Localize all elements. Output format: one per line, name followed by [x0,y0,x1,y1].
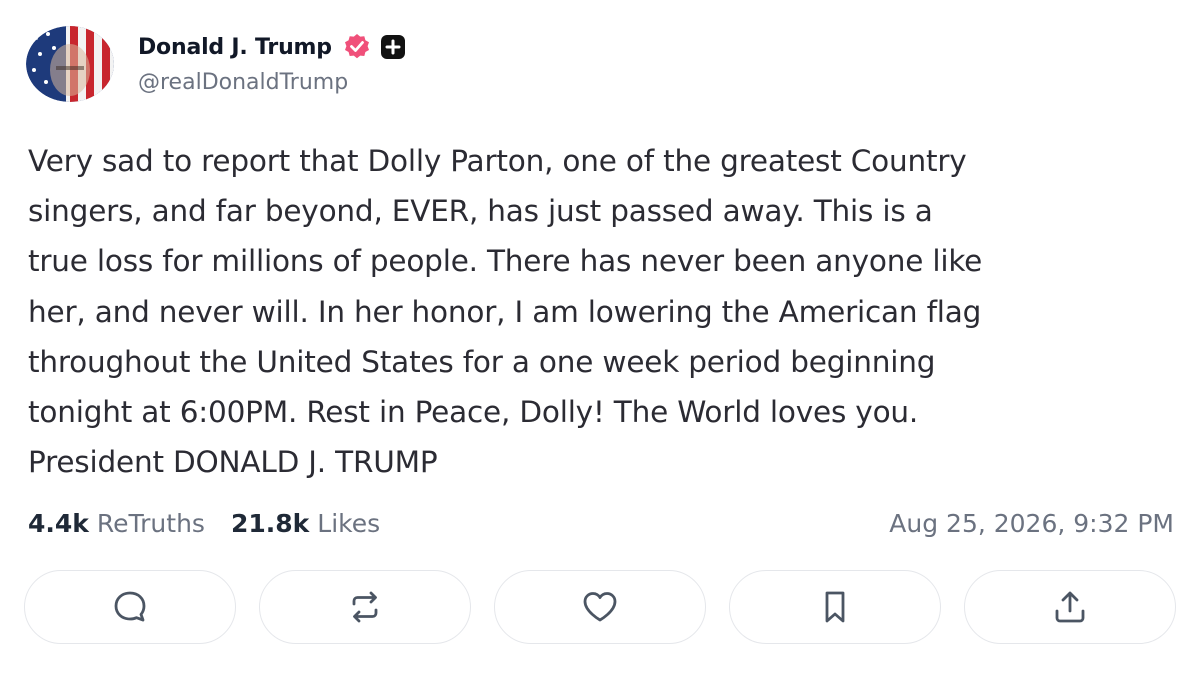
likes-count: 21.8k [230,508,310,538]
user-handle[interactable]: @realDonaldTrump [138,70,406,95]
author-identity: Donald J. Trump @realDonaldTrump [138,30,406,95]
retruth-icon [345,587,385,627]
retruths-count: 4.4k [28,508,89,538]
retruth-button[interactable] [259,570,471,644]
post-stats: 4.4k ReTruths 21.8k Likes Aug 25, 2026, … [28,503,1174,543]
bookmark-button[interactable] [729,570,941,644]
name-row: Donald J. Trump [138,30,406,64]
share-icon [1050,587,1090,627]
like-button[interactable] [494,570,706,644]
retruths-label: ReTruths [96,508,205,538]
reply-button[interactable] [24,570,236,644]
retruths-stat[interactable]: 4.4k ReTruths [28,509,205,538]
verified-badge-icon [342,32,372,62]
post-body-text: Very sad to report that Dolly Parton, on… [28,144,983,480]
share-button[interactable] [964,570,1176,644]
reply-icon [110,587,150,627]
likes-stat[interactable]: 21.8k Likes [231,509,380,538]
bookmark-icon [815,587,855,627]
like-heart-icon [579,587,621,627]
post-header: Donald J. Trump @realDonaldTrump [26,26,406,102]
avatar[interactable] [26,26,114,102]
likes-label: Likes [317,508,381,538]
plus-badge-icon [380,34,406,60]
truth-post: Donald J. Trump @realDonaldTrump Very sa… [0,0,1200,675]
post-timestamp[interactable]: Aug 25, 2026, 9:32 PM [889,509,1174,538]
display-name[interactable]: Donald J. Trump [138,35,332,60]
action-bar [24,570,1176,646]
